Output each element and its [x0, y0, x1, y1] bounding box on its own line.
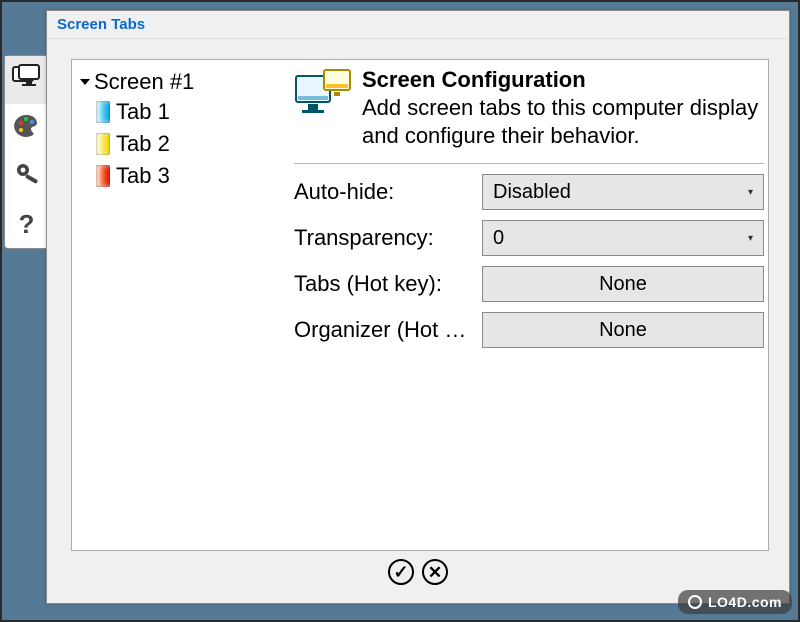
monitor-icon — [12, 64, 42, 96]
tree-root-screen-1[interactable]: Screen #1 — [76, 68, 278, 96]
watermark-icon — [688, 595, 702, 609]
tree-children: Tab 1 Tab 2 Tab 3 — [76, 96, 278, 192]
dual-monitor-icon — [294, 68, 354, 122]
window-title: Screen Tabs — [47, 11, 789, 39]
row-tabs-hotkey: Tabs (Hot key): None — [294, 266, 764, 302]
tabs-hotkey-label: Tabs (Hot key): — [294, 271, 474, 297]
close-icon: ✕ — [428, 564, 442, 581]
tab-color-chip — [96, 101, 110, 123]
organizer-hotkey-button[interactable]: None — [482, 312, 764, 348]
settings-icon — [12, 161, 42, 193]
config-title: Screen Configuration — [362, 68, 764, 92]
help-icon: ? — [19, 209, 35, 240]
tree-item-tab-3[interactable]: Tab 3 — [96, 160, 278, 192]
content-panel: Screen #1 Tab 1 Tab 2 Tab 3 — [71, 59, 769, 551]
toolbar-help[interactable]: ? — [5, 200, 48, 248]
transparency-label: Transparency: — [294, 225, 474, 251]
config-description: Add screen tabs to this computer display… — [362, 94, 764, 149]
toolbar-palette[interactable] — [5, 104, 48, 152]
tab-color-chip — [96, 133, 110, 155]
transparency-combo[interactable]: 0 ▾ — [482, 220, 764, 256]
organizer-hotkey-value: None — [599, 319, 647, 342]
tab-color-chip — [96, 165, 110, 187]
tree-item-label: Tab 3 — [116, 163, 170, 189]
config-header: Screen Configuration Add screen tabs to … — [294, 68, 764, 149]
row-auto-hide: Auto-hide: Disabled ▾ — [294, 174, 764, 210]
divider — [294, 163, 764, 164]
watermark: LO4D.com — [678, 590, 792, 614]
tree-item-label: Tab 1 — [116, 99, 170, 125]
screen-tree: Screen #1 Tab 1 Tab 2 Tab 3 — [72, 60, 282, 550]
watermark-text: LO4D.com — [708, 594, 782, 610]
dialog-buttons: ✓ ✕ — [47, 559, 789, 589]
cancel-button[interactable]: ✕ — [422, 559, 448, 585]
config-rows: Auto-hide: Disabled ▾ Transparency: 0 ▾ … — [294, 174, 764, 348]
row-transparency: Transparency: 0 ▾ — [294, 220, 764, 256]
auto-hide-value: Disabled — [493, 181, 571, 204]
settings-window: Screen Tabs Screen #1 Tab 1 Tab 2 — [46, 10, 790, 604]
ok-button[interactable]: ✓ — [388, 559, 414, 585]
check-icon: ✓ — [393, 563, 408, 581]
transparency-value: 0 — [493, 227, 504, 250]
toolbar-settings[interactable] — [5, 152, 48, 200]
palette-icon — [12, 113, 42, 145]
tree-item-tab-2[interactable]: Tab 2 — [96, 128, 278, 160]
side-toolbar: ? — [4, 55, 48, 249]
chevron-down-icon — [76, 76, 94, 88]
organizer-hotkey-label: Organizer (Hot key): — [294, 317, 474, 343]
toolbar-monitor[interactable] — [5, 56, 48, 104]
tabs-hotkey-value: None — [599, 273, 647, 296]
row-organizer-hotkey: Organizer (Hot key): None — [294, 312, 764, 348]
tree-item-label: Tab 2 — [116, 131, 170, 157]
auto-hide-combo[interactable]: Disabled ▾ — [482, 174, 764, 210]
auto-hide-label: Auto-hide: — [294, 179, 474, 205]
config-panel: Screen Configuration Add screen tabs to … — [282, 60, 768, 550]
tabs-hotkey-button[interactable]: None — [482, 266, 764, 302]
tree-root-label: Screen #1 — [94, 69, 194, 95]
chevron-down-icon: ▾ — [748, 187, 753, 198]
tree-item-tab-1[interactable]: Tab 1 — [96, 96, 278, 128]
chevron-down-icon: ▾ — [748, 233, 753, 244]
